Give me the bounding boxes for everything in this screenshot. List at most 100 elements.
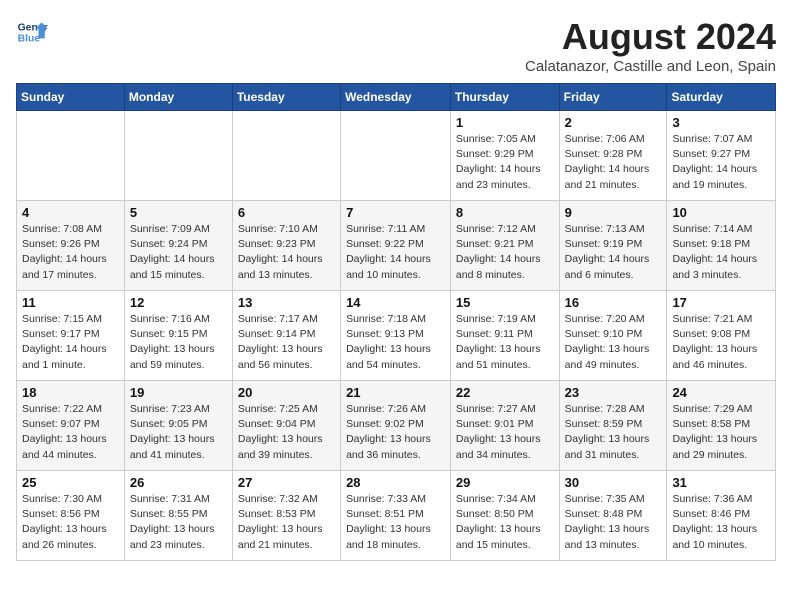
day-number: 15	[456, 295, 554, 310]
day-number: 28	[346, 475, 445, 490]
day-info: Sunrise: 7:20 AM Sunset: 9:10 PM Dayligh…	[565, 312, 662, 373]
calendar-cell: 18 Sunrise: 7:22 AM Sunset: 9:07 PM Dayli…	[17, 381, 125, 471]
day-number: 17	[672, 295, 770, 310]
day-info: Sunrise: 7:32 AM Sunset: 8:53 PM Dayligh…	[238, 492, 335, 553]
day-info: Sunrise: 7:11 AM Sunset: 9:22 PM Dayligh…	[346, 222, 445, 283]
day-number: 24	[672, 385, 770, 400]
calendar-table: SundayMondayTuesdayWednesdayThursdayFrid…	[16, 83, 776, 561]
day-info: Sunrise: 7:30 AM Sunset: 8:56 PM Dayligh…	[22, 492, 119, 553]
calendar-cell: 8Sunrise: 7:12 AM Sunset: 9:21 PM Daylig…	[450, 201, 559, 291]
calendar-cell: 26 Sunrise: 7:31 AM Sunset: 8:55 PM Dayli…	[124, 471, 232, 561]
day-info: Sunrise: 7:23 AM Sunset: 9:05 PM Dayligh…	[130, 402, 227, 463]
day-number: 26	[130, 475, 227, 490]
day-number: 19	[130, 385, 227, 400]
day-info: Sunrise: 7:10 AM Sunset: 9:23 PM Dayligh…	[238, 222, 335, 283]
weekday-header-wednesday: Wednesday	[341, 84, 451, 111]
calendar-cell: 11 Sunrise: 7:15 AM Sunset: 9:17 PM Dayli…	[17, 291, 125, 381]
weekday-header-saturday: Saturday	[667, 84, 776, 111]
calendar-cell: 25 Sunrise: 7:30 AM Sunset: 8:56 PM Dayli…	[17, 471, 125, 561]
logo-icon: General Blue	[16, 16, 48, 48]
day-number: 8	[456, 205, 554, 220]
day-number: 18	[22, 385, 119, 400]
day-number: 25	[22, 475, 119, 490]
calendar-cell: 4 Sunrise: 7:08 AM Sunset: 9:26 PM Daylig…	[17, 201, 125, 291]
calendar-cell: 29Sunrise: 7:34 AM Sunset: 8:50 PM Dayli…	[450, 471, 559, 561]
day-info: Sunrise: 7:26 AM Sunset: 9:02 PM Dayligh…	[346, 402, 445, 463]
calendar-cell: 15 Sunrise: 7:19 AM Sunset: 9:11 PM Dayli…	[450, 291, 559, 381]
calendar-cell: 5Sunrise: 7:09 AM Sunset: 9:24 PM Daylig…	[124, 201, 232, 291]
day-info: Sunrise: 7:36 AM Sunset: 8:46 PM Dayligh…	[672, 492, 770, 553]
calendar-cell: 1 Sunrise: 7:05 AM Sunset: 9:29 PM Daylig…	[450, 111, 559, 201]
day-number: 27	[238, 475, 335, 490]
calendar-cell	[232, 111, 340, 201]
calendar-cell: 22 Sunrise: 7:27 AM Sunset: 9:01 PM Dayli…	[450, 381, 559, 471]
day-info: Sunrise: 7:06 AM Sunset: 9:28 PM Dayligh…	[565, 132, 662, 193]
day-number: 7	[346, 205, 445, 220]
week-row-3: 11 Sunrise: 7:15 AM Sunset: 9:17 PM Dayli…	[17, 291, 776, 381]
day-info: Sunrise: 7:15 AM Sunset: 9:17 PM Dayligh…	[22, 312, 119, 373]
calendar-cell: 3Sunrise: 7:07 AM Sunset: 9:27 PM Daylig…	[667, 111, 776, 201]
day-number: 1	[456, 115, 554, 130]
calendar-cell: 21 Sunrise: 7:26 AM Sunset: 9:02 PM Dayli…	[341, 381, 451, 471]
calendar-cell: 27 Sunrise: 7:32 AM Sunset: 8:53 PM Dayli…	[232, 471, 340, 561]
day-number: 3	[672, 115, 770, 130]
weekday-header-friday: Friday	[559, 84, 667, 111]
weekday-header-monday: Monday	[124, 84, 232, 111]
day-number: 2	[565, 115, 662, 130]
calendar-cell: 9Sunrise: 7:13 AM Sunset: 9:19 PM Daylig…	[559, 201, 667, 291]
day-info: Sunrise: 7:27 AM Sunset: 9:01 PM Dayligh…	[456, 402, 554, 463]
header: General Blue August 2024 Calatanazor, Ca…	[16, 16, 776, 75]
day-number: 5	[130, 205, 227, 220]
calendar-cell: 31Sunrise: 7:36 AM Sunset: 8:46 PM Dayli…	[667, 471, 776, 561]
calendar-cell: 24Sunrise: 7:29 AM Sunset: 8:58 PM Dayli…	[667, 381, 776, 471]
day-info: Sunrise: 7:34 AM Sunset: 8:50 PM Dayligh…	[456, 492, 554, 553]
svg-text:Blue: Blue	[18, 34, 41, 45]
location-subtitle: Calatanazor, Castille and Leon, Spain	[525, 58, 776, 75]
week-row-1: 1 Sunrise: 7:05 AM Sunset: 9:29 PM Daylig…	[17, 111, 776, 201]
day-info: Sunrise: 7:21 AM Sunset: 9:08 PM Dayligh…	[672, 312, 770, 373]
day-info: Sunrise: 7:08 AM Sunset: 9:26 PM Dayligh…	[22, 222, 119, 283]
calendar-cell	[341, 111, 451, 201]
day-number: 6	[238, 205, 335, 220]
calendar-cell: 7 Sunrise: 7:11 AM Sunset: 9:22 PM Daylig…	[341, 201, 451, 291]
day-number: 20	[238, 385, 335, 400]
calendar-cell: 28Sunrise: 7:33 AM Sunset: 8:51 PM Dayli…	[341, 471, 451, 561]
day-number: 9	[565, 205, 662, 220]
calendar-cell: 20 Sunrise: 7:25 AM Sunset: 9:04 PM Dayli…	[232, 381, 340, 471]
day-info: Sunrise: 7:35 AM Sunset: 8:48 PM Dayligh…	[565, 492, 662, 553]
day-info: Sunrise: 7:31 AM Sunset: 8:55 PM Dayligh…	[130, 492, 227, 553]
day-number: 10	[672, 205, 770, 220]
calendar-cell	[17, 111, 125, 201]
day-info: Sunrise: 7:14 AM Sunset: 9:18 PM Dayligh…	[672, 222, 770, 283]
day-info: Sunrise: 7:25 AM Sunset: 9:04 PM Dayligh…	[238, 402, 335, 463]
day-info: Sunrise: 7:19 AM Sunset: 9:11 PM Dayligh…	[456, 312, 554, 373]
weekday-header-row: SundayMondayTuesdayWednesdayThursdayFrid…	[17, 84, 776, 111]
day-info: Sunrise: 7:05 AM Sunset: 9:29 PM Dayligh…	[456, 132, 554, 193]
day-info: Sunrise: 7:28 AM Sunset: 8:59 PM Dayligh…	[565, 402, 662, 463]
day-number: 23	[565, 385, 662, 400]
calendar-cell: 30Sunrise: 7:35 AM Sunset: 8:48 PM Dayli…	[559, 471, 667, 561]
calendar-cell: 12 Sunrise: 7:16 AM Sunset: 9:15 PM Dayli…	[124, 291, 232, 381]
calendar-cell: 17 Sunrise: 7:21 AM Sunset: 9:08 PM Dayli…	[667, 291, 776, 381]
day-number: 4	[22, 205, 119, 220]
calendar-cell	[124, 111, 232, 201]
calendar-cell: 23 Sunrise: 7:28 AM Sunset: 8:59 PM Dayli…	[559, 381, 667, 471]
day-number: 16	[565, 295, 662, 310]
calendar-cell: 2 Sunrise: 7:06 AM Sunset: 9:28 PM Daylig…	[559, 111, 667, 201]
title-block: August 2024 Calatanazor, Castille and Le…	[525, 16, 776, 75]
logo: General Blue	[16, 16, 48, 48]
calendar-cell: 16 Sunrise: 7:20 AM Sunset: 9:10 PM Dayli…	[559, 291, 667, 381]
day-info: Sunrise: 7:22 AM Sunset: 9:07 PM Dayligh…	[22, 402, 119, 463]
day-info: Sunrise: 7:16 AM Sunset: 9:15 PM Dayligh…	[130, 312, 227, 373]
calendar-cell: 10 Sunrise: 7:14 AM Sunset: 9:18 PM Dayli…	[667, 201, 776, 291]
day-number: 12	[130, 295, 227, 310]
calendar-cell: 6 Sunrise: 7:10 AM Sunset: 9:23 PM Daylig…	[232, 201, 340, 291]
calendar-cell: 19 Sunrise: 7:23 AM Sunset: 9:05 PM Dayli…	[124, 381, 232, 471]
day-number: 21	[346, 385, 445, 400]
weekday-header-sunday: Sunday	[17, 84, 125, 111]
day-info: Sunrise: 7:17 AM Sunset: 9:14 PM Dayligh…	[238, 312, 335, 373]
day-number: 22	[456, 385, 554, 400]
week-row-2: 4 Sunrise: 7:08 AM Sunset: 9:26 PM Daylig…	[17, 201, 776, 291]
day-number: 11	[22, 295, 119, 310]
week-row-5: 25 Sunrise: 7:30 AM Sunset: 8:56 PM Dayli…	[17, 471, 776, 561]
